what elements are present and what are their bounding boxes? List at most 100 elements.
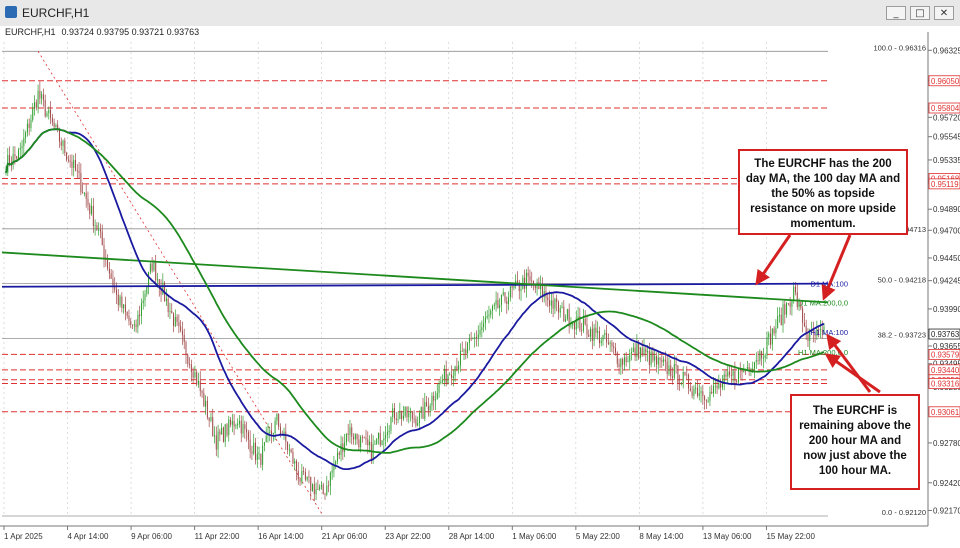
price-tick-label: 0.94245 <box>933 277 960 286</box>
candle-body <box>559 308 561 313</box>
candle-body <box>377 432 379 439</box>
candle-body <box>472 338 474 339</box>
candle-body <box>304 471 306 480</box>
candle-body <box>582 318 584 331</box>
candle-body <box>513 285 515 288</box>
candle-body <box>729 371 731 375</box>
candle-body <box>693 388 695 396</box>
candle-body <box>238 420 240 424</box>
candle-body <box>354 433 356 440</box>
candle-body <box>631 352 633 354</box>
candle-body <box>606 332 608 343</box>
time-tick-label: 13 May 06:00 <box>703 532 752 541</box>
candle-body <box>135 324 137 328</box>
candle-body <box>322 484 324 495</box>
candle-body <box>201 391 203 394</box>
fib-label: 50.0 - 0.94218 <box>878 276 926 285</box>
candle-body <box>173 313 175 327</box>
candle-body <box>581 330 583 332</box>
candle-body <box>668 365 670 374</box>
candle-body <box>595 327 597 333</box>
candle-body <box>696 387 698 396</box>
candle-body <box>279 426 281 435</box>
candle-body <box>775 328 777 334</box>
candle-body <box>638 343 640 358</box>
candle-body <box>199 381 201 392</box>
candle-body <box>657 357 659 365</box>
candle-body <box>73 160 75 168</box>
candle-body <box>622 358 624 365</box>
candle-body <box>19 148 21 150</box>
candle-body <box>534 285 536 289</box>
candle-body <box>663 359 665 362</box>
candle-body <box>55 124 57 128</box>
candle-body <box>379 432 381 446</box>
candle-body <box>401 411 403 420</box>
candle-body <box>547 297 549 301</box>
candle-body <box>770 333 772 345</box>
candle-body <box>320 484 322 487</box>
candle-body <box>602 334 604 341</box>
candle-body <box>675 364 677 366</box>
bottom-annotation: The EURCHF is remaining above the 200 ho… <box>790 394 920 490</box>
candle-body <box>190 364 192 372</box>
candle-body <box>570 325 572 327</box>
candle-body <box>454 366 456 376</box>
candle-body <box>609 342 611 344</box>
candle-body <box>194 372 196 378</box>
candle-body <box>295 461 297 471</box>
candle-body <box>614 347 616 353</box>
candle-body <box>119 296 121 305</box>
close-button[interactable]: ✕ <box>934 6 954 20</box>
candle-body <box>426 402 428 407</box>
candle-body <box>60 141 62 146</box>
candle-body <box>529 276 531 281</box>
candle-body <box>764 355 766 358</box>
candle-body <box>625 357 627 363</box>
candle-body <box>214 435 216 437</box>
candle-body <box>549 300 551 306</box>
candle-body <box>399 411 401 420</box>
candle-body <box>504 292 506 302</box>
maximize-button[interactable]: □ <box>910 6 930 20</box>
candle-body <box>574 321 576 330</box>
candle-body <box>287 441 289 450</box>
candle-body <box>324 494 326 495</box>
candle-body <box>288 449 290 451</box>
candle-body <box>643 348 645 355</box>
window-title: EURCHF,H1 <box>22 6 90 20</box>
candle-body <box>803 322 805 326</box>
candle-body <box>144 293 146 301</box>
candle-body <box>634 347 636 357</box>
candle-body <box>326 485 328 495</box>
candle-body <box>636 343 638 357</box>
candle-body <box>178 322 180 327</box>
candle-body <box>737 369 739 382</box>
candle-body <box>66 152 68 160</box>
candle-body <box>39 90 41 99</box>
price-tick-label: 0.94890 <box>933 205 960 214</box>
candle-body <box>477 334 479 339</box>
candle-body <box>554 298 556 309</box>
candle-body <box>228 419 230 436</box>
candle-body <box>246 429 248 433</box>
candle-body <box>707 400 709 402</box>
candle-body <box>64 140 66 153</box>
candle-body <box>258 453 260 455</box>
candle-body <box>155 262 157 281</box>
candle-body <box>438 383 440 393</box>
candle-body <box>71 161 73 168</box>
candle-body <box>442 380 444 382</box>
candle-body <box>516 280 518 283</box>
candle-body <box>429 405 431 411</box>
candle-body <box>645 348 647 353</box>
candle-body <box>789 303 791 307</box>
candle-body <box>114 286 116 290</box>
candle-body <box>299 479 301 482</box>
candle-body <box>459 350 461 366</box>
minimize-button[interactable]: _ <box>886 6 906 20</box>
candle-body <box>363 437 365 439</box>
candle-body <box>148 272 150 287</box>
candle-body <box>463 349 465 352</box>
price-label: 0.93316 <box>931 380 959 389</box>
